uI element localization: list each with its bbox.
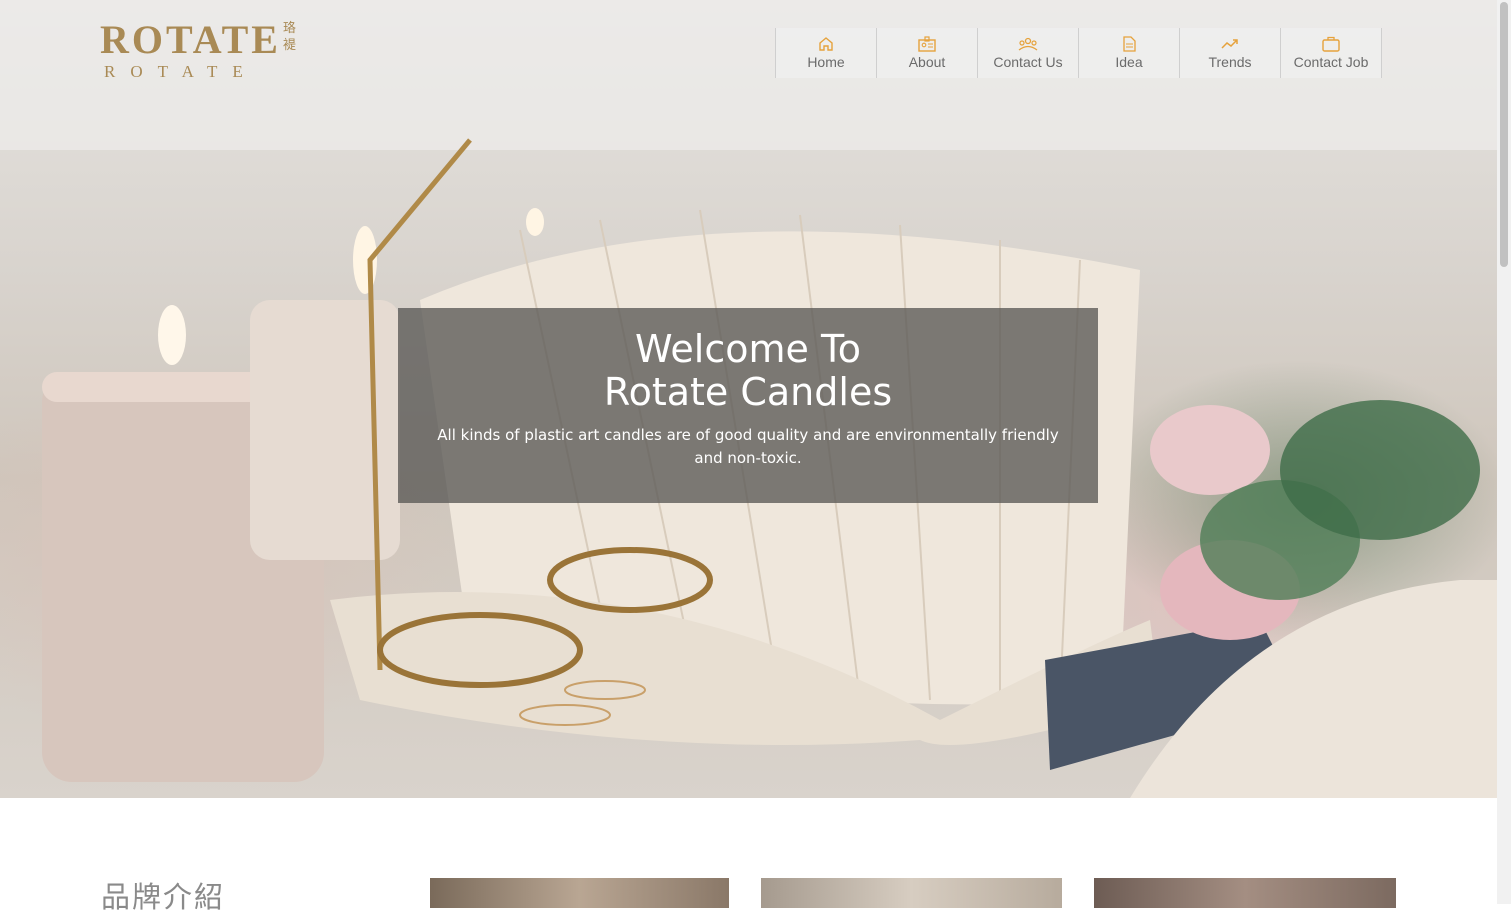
people-icon <box>1018 35 1038 53</box>
hero-title-line1: Welcome To <box>635 327 861 371</box>
nav-idea[interactable]: Idea <box>1078 28 1179 78</box>
brand-logo[interactable]: ROTATE ROTATE 珞褆 <box>100 16 300 84</box>
logo-wordmark: ROTATE <box>100 17 281 62</box>
hero-title: Welcome To Rotate Candles <box>398 328 1098 414</box>
nav-contact-job[interactable]: Contact Job <box>1280 28 1382 78</box>
id-card-icon <box>918 35 936 53</box>
logo-subtext: ROTATE <box>104 62 258 81</box>
scrollbar-thumb[interactable] <box>1500 2 1508 267</box>
nav-home[interactable]: Home <box>775 28 876 78</box>
welcome-panel: Welcome To Rotate Candles All kinds of p… <box>398 308 1098 503</box>
brand-section-title: 品牌介紹 <box>101 880 226 914</box>
trend-up-icon <box>1221 35 1239 53</box>
nav-contact-us-label: Contact Us <box>993 54 1063 70</box>
nav-trends-label: Trends <box>1208 54 1252 70</box>
hero-title-line2: Rotate Candles <box>603 370 893 414</box>
main-navigation: Home About Contact Us Idea Trends Contac… <box>775 28 1382 78</box>
nav-contact-job-label: Contact Job <box>1293 54 1369 70</box>
hero-description: All kinds of plastic art candles are of … <box>437 426 1059 467</box>
nav-about-label: About <box>908 54 946 70</box>
logo-cjk: 珞褆 <box>283 21 297 53</box>
nav-idea-label: Idea <box>1115 54 1143 70</box>
nav-home-label: Home <box>807 54 845 70</box>
nav-trends[interactable]: Trends <box>1179 28 1280 78</box>
nav-about[interactable]: About <box>876 28 977 78</box>
page-scrollbar[interactable] <box>1497 0 1511 904</box>
document-icon <box>1122 35 1136 53</box>
nav-contact-us[interactable]: Contact Us <box>977 28 1078 78</box>
home-icon <box>818 35 834 53</box>
briefcase-icon <box>1322 35 1340 53</box>
